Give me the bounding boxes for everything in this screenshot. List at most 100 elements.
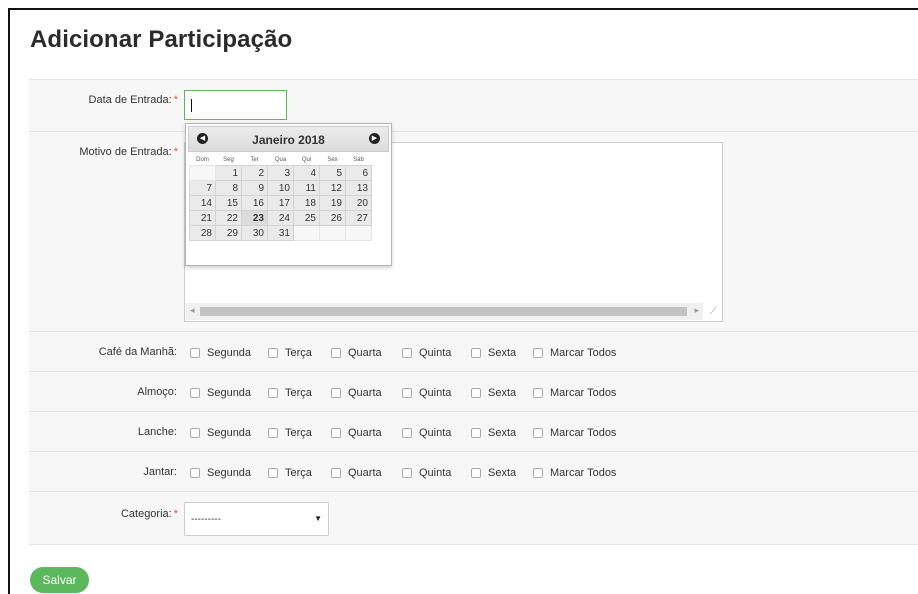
checkbox-label[interactable]: Marcar Todos: [550, 347, 616, 359]
checkbox-square[interactable]: [533, 428, 543, 438]
datepicker-day[interactable]: 3: [267, 165, 294, 181]
datepicker-empty-cell: [293, 225, 320, 241]
checkbox-label[interactable]: Segunda: [207, 347, 251, 359]
weekday-header: Ter: [250, 156, 259, 163]
datepicker-day[interactable]: 16: [241, 195, 268, 211]
datepicker-day[interactable]: 24: [267, 210, 294, 226]
checkbox-label[interactable]: Quinta: [419, 467, 451, 479]
checkbox-label[interactable]: Quarta: [348, 387, 382, 399]
checkbox-label[interactable]: Segunda: [207, 387, 251, 399]
scroll-left-icon[interactable]: ◂: [190, 305, 195, 316]
datepicker-day[interactable]: 23: [241, 210, 268, 226]
checkbox-label[interactable]: Terça: [285, 427, 312, 439]
checkbox-square[interactable]: [533, 468, 543, 478]
checkbox-label[interactable]: Terça: [285, 347, 312, 359]
datepicker-day[interactable]: 7: [189, 180, 216, 196]
checkbox-square[interactable]: [402, 388, 412, 398]
checkbox-label[interactable]: Sexta: [488, 467, 516, 479]
checkbox-label[interactable]: Terça: [285, 387, 312, 399]
datepicker-week-row: 21 22 23 24 25 26 27: [189, 210, 372, 226]
checkbox-square[interactable]: [402, 428, 412, 438]
checkbox-square[interactable]: [471, 388, 481, 398]
checkbox-label[interactable]: Marcar Todos: [550, 427, 616, 439]
checkbox-square[interactable]: [331, 468, 341, 478]
page-title: Adicionar Participação: [30, 26, 293, 53]
datepicker-day[interactable]: 4: [293, 165, 320, 181]
checkbox-label[interactable]: Quinta: [419, 347, 451, 359]
resize-grip-icon[interactable]: ⟋: [705, 303, 722, 320]
datepicker-day[interactable]: 15: [215, 195, 242, 211]
checkbox-square[interactable]: [190, 388, 200, 398]
checkbox-square[interactable]: [471, 348, 481, 358]
checkbox-square[interactable]: [268, 468, 278, 478]
meal-label-cafe: Café da Manhã:: [98, 346, 177, 358]
checkbox-label[interactable]: Marcar Todos: [550, 467, 616, 479]
checkbox-square[interactable]: [268, 348, 278, 358]
horizontal-scrollbar[interactable]: ◂ ▸: [186, 303, 703, 320]
checkbox-square[interactable]: [268, 388, 278, 398]
datepicker-day[interactable]: 28: [189, 225, 216, 241]
chevron-right-icon[interactable]: ▶: [369, 133, 380, 144]
checkbox-label[interactable]: Quinta: [419, 427, 451, 439]
datepicker-day[interactable]: 1: [215, 165, 242, 181]
datepicker-day[interactable]: 13: [345, 180, 372, 196]
checkbox-square[interactable]: [402, 468, 412, 478]
datepicker-day[interactable]: 10: [267, 180, 294, 196]
checkbox-square[interactable]: [331, 388, 341, 398]
checkbox-square[interactable]: [190, 348, 200, 358]
row-divider: [29, 411, 918, 412]
checkbox-square[interactable]: [190, 468, 200, 478]
chevron-left-icon[interactable]: ◀: [197, 133, 208, 144]
categoria-selected-value: ---------: [191, 514, 221, 525]
datepicker-day[interactable]: 14: [189, 195, 216, 211]
checkbox-label[interactable]: Sexta: [488, 347, 516, 359]
checkbox-label[interactable]: Terça: [285, 467, 312, 479]
required-mark: *: [173, 146, 178, 158]
checkbox-square[interactable]: [190, 428, 200, 438]
checkbox-square[interactable]: [533, 348, 543, 358]
categoria-select[interactable]: --------- ▼: [184, 502, 329, 536]
datepicker-day[interactable]: 12: [319, 180, 346, 196]
scroll-right-icon[interactable]: ▸: [694, 305, 699, 316]
checkbox-square[interactable]: [331, 428, 341, 438]
datepicker-day[interactable]: 6: [345, 165, 372, 181]
checkbox-square[interactable]: [471, 468, 481, 478]
checkbox-label[interactable]: Marcar Todos: [550, 387, 616, 399]
checkbox-square[interactable]: [402, 348, 412, 358]
checkbox-label[interactable]: Quinta: [419, 387, 451, 399]
categoria-label: Categoria: *: [40, 508, 178, 520]
scrollbar-thumb[interactable]: [200, 307, 687, 316]
datepicker-day[interactable]: 30: [241, 225, 268, 241]
checkbox-square[interactable]: [331, 348, 341, 358]
checkbox-label[interactable]: Quarta: [348, 427, 382, 439]
datepicker-day[interactable]: 20: [345, 195, 372, 211]
checkbox-square[interactable]: [471, 428, 481, 438]
checkbox-label[interactable]: Sexta: [488, 387, 516, 399]
checkbox-square[interactable]: [268, 428, 278, 438]
datepicker-day[interactable]: 11: [293, 180, 320, 196]
checkbox-label[interactable]: Quarta: [348, 467, 382, 479]
datepicker-day[interactable]: 22: [215, 210, 242, 226]
row-divider: [29, 371, 918, 372]
checkbox-label[interactable]: Quarta: [348, 347, 382, 359]
datepicker-day[interactable]: 29: [215, 225, 242, 241]
save-button[interactable]: Salvar: [30, 567, 89, 593]
data-entrada-input[interactable]: [184, 90, 287, 120]
datepicker-day[interactable]: 19: [319, 195, 346, 211]
datepicker-day[interactable]: 18: [293, 195, 320, 211]
datepicker-day[interactable]: 26: [319, 210, 346, 226]
datepicker-day[interactable]: 17: [267, 195, 294, 211]
checkbox-label[interactable]: Segunda: [207, 467, 251, 479]
datepicker-day[interactable]: 8: [215, 180, 242, 196]
datepicker-day[interactable]: 27: [345, 210, 372, 226]
datepicker-empty-cell: [345, 225, 372, 241]
checkbox-label[interactable]: Segunda: [207, 427, 251, 439]
datepicker-day[interactable]: 2: [241, 165, 268, 181]
datepicker-day[interactable]: 5: [319, 165, 346, 181]
datepicker-day[interactable]: 21: [189, 210, 216, 226]
checkbox-square[interactable]: [533, 388, 543, 398]
checkbox-label[interactable]: Sexta: [488, 427, 516, 439]
datepicker-day[interactable]: 31: [267, 225, 294, 241]
datepicker-day[interactable]: 25: [293, 210, 320, 226]
datepicker-day[interactable]: 9: [241, 180, 268, 196]
